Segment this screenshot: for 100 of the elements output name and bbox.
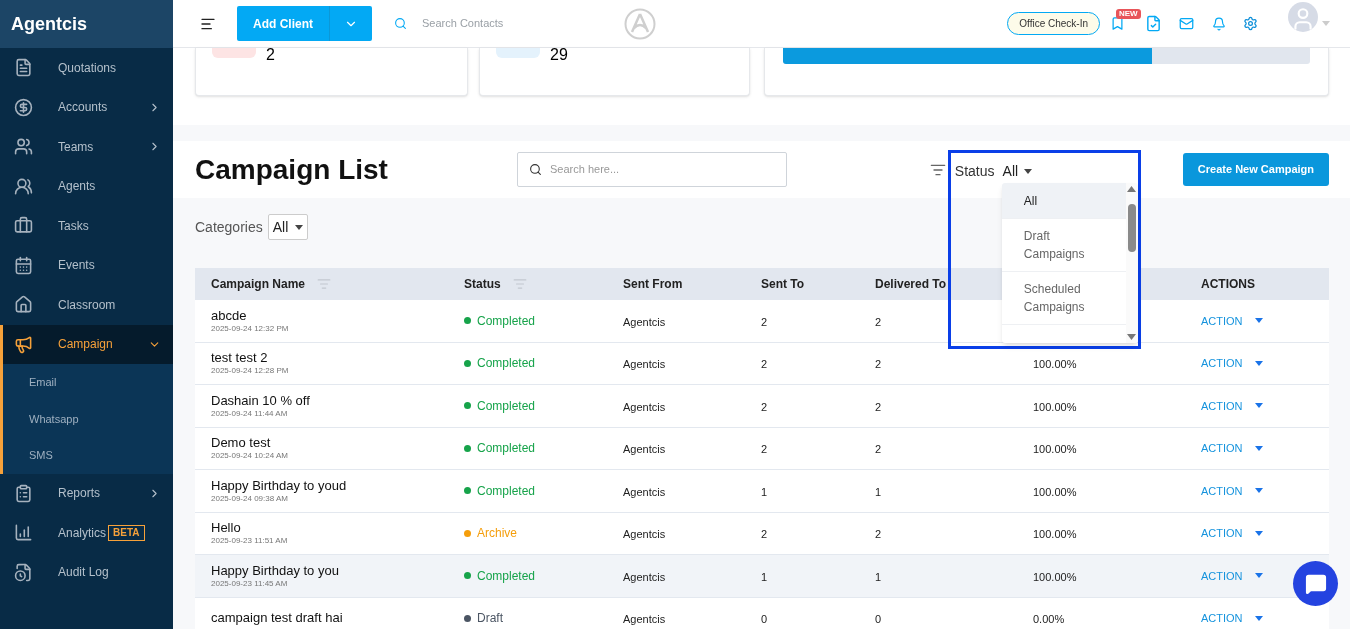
caret-icon <box>1254 318 1263 324</box>
sidebar-label: Quotations <box>58 59 117 77</box>
submenu-item[interactable]: Email <box>3 364 173 401</box>
sidebar-item[interactable]: Audit Log <box>0 552 173 592</box>
table-cell: 0 <box>761 613 768 626</box>
sidebar-item[interactable]: Campaign <box>3 324 173 364</box>
table-cell: Agentcis <box>623 528 666 541</box>
bell-icon[interactable] <box>1212 16 1226 31</box>
chart-icon <box>14 523 33 543</box>
table-cell: Agentcis <box>623 443 666 456</box>
sidebar-item[interactable]: Classroom <box>0 285 173 325</box>
status-filter-dropdown[interactable]: All <box>1002 161 1033 182</box>
scroll-up-icon[interactable] <box>1127 186 1137 192</box>
search-icon <box>529 163 542 176</box>
action-dropdown[interactable]: ACTION <box>1201 440 1263 457</box>
search-input[interactable]: Search here... <box>550 161 775 178</box>
campaign-name: Demo test <box>211 435 272 452</box>
caret-icon <box>1254 445 1263 451</box>
sidebar-item[interactable]: Reports <box>0 473 173 513</box>
sidebar-item[interactable]: Events <box>0 245 173 285</box>
caret-icon <box>1254 360 1263 366</box>
table-cell: Agentcis <box>623 613 666 626</box>
sidebar-item[interactable]: Analytics BETA <box>0 513 173 553</box>
people-icon <box>14 137 33 157</box>
briefcase-icon <box>14 216 33 236</box>
column-header: Sent To <box>761 276 805 293</box>
stat-value: 29 <box>550 48 568 62</box>
action-dropdown[interactable]: ACTION <box>1201 397 1263 414</box>
sidebar-item[interactable]: Agents <box>0 166 173 206</box>
office-check-in-button[interactable]: Office Check-In <box>1007 12 1100 35</box>
column-header: Delivered To <box>875 276 947 293</box>
status-text: Completed <box>477 482 536 500</box>
status-text: Archive <box>477 525 517 543</box>
table-cell: 100.00% <box>1033 570 1077 583</box>
company-logo <box>623 7 656 40</box>
checked-document-icon[interactable] <box>1145 15 1162 32</box>
search-field[interactable]: Search here... <box>517 152 787 187</box>
dropdown-option[interactable]: Draft Campaigns <box>1001 219 1126 272</box>
search-contacts-field[interactable]: Search Contacts <box>422 15 622 32</box>
settings-icon[interactable] <box>1243 16 1258 31</box>
sidebar-label: Events <box>58 257 95 275</box>
status-text: Completed <box>477 397 536 415</box>
mail-icon[interactable] <box>1179 16 1194 31</box>
action-dropdown[interactable]: ACTION <box>1201 355 1263 372</box>
campaign-name: campaign test draft hai <box>211 610 344 627</box>
megaphone-icon <box>14 334 33 354</box>
table-cell: Agentcis <box>623 570 666 583</box>
table-cell: 2 <box>761 528 768 541</box>
scroll-down-icon[interactable] <box>1127 334 1137 340</box>
group-icon <box>14 176 33 196</box>
campaign-date: 2025-09-23 11:51 AM <box>211 536 289 547</box>
search-icon <box>394 17 407 30</box>
submenu-item[interactable]: SMS <box>3 437 173 474</box>
table-cell: 100.00% <box>1033 485 1077 498</box>
action-dropdown[interactable]: ACTION <box>1201 312 1263 329</box>
action-dropdown[interactable]: ACTION <box>1201 482 1263 499</box>
categories-label: Categories <box>195 217 263 237</box>
caret-icon <box>1254 615 1263 621</box>
campaign-name: test test 2 <box>211 350 269 367</box>
chat-icon <box>1304 572 1327 595</box>
status-text: Completed <box>477 440 536 458</box>
campaign-date: 2025-09-24 12:28 PM <box>211 366 290 377</box>
caret-icon <box>1254 573 1263 579</box>
scrollbar-thumb[interactable] <box>1127 204 1136 252</box>
column-header[interactable]: Status <box>464 275 527 293</box>
table-cell: 0 <box>875 613 882 626</box>
status-text: Draft <box>477 610 503 628</box>
table-cell: 100.00% <box>1033 528 1077 541</box>
status-text: Completed <box>477 567 536 585</box>
table-cell: 2 <box>761 358 768 371</box>
bookmark-icon[interactable] <box>1110 16 1125 31</box>
sidebar-item[interactable]: Quotations <box>0 48 173 88</box>
stat-value: 2 <box>266 48 275 62</box>
table-cell: 2 <box>761 400 768 413</box>
campaign-date: 2025-09-24 10:24 AM <box>211 451 289 462</box>
submenu-item[interactable]: Whatsapp <box>3 400 173 437</box>
column-header: Sent From <box>623 276 683 293</box>
categories-dropdown[interactable]: All <box>267 214 309 240</box>
sidebar-item[interactable]: Accounts <box>0 87 173 127</box>
dropdown-option[interactable]: All <box>1001 183 1126 219</box>
table-cell: 2 <box>875 443 882 456</box>
table-cell: 100.00% <box>1033 443 1077 456</box>
column-header: ACTIONS <box>1201 276 1255 293</box>
table-cell: 2 <box>875 315 882 328</box>
sidebar-label: Teams <box>58 138 94 156</box>
campaign-date: 2025-09-24 12:32 PM <box>211 323 290 334</box>
column-header[interactable]: Campaign Name <box>211 275 332 293</box>
sidebar-item[interactable]: Teams <box>0 127 173 167</box>
sidebar-label: Accounts <box>58 99 108 117</box>
sidebar-item[interactable]: Tasks <box>0 206 173 246</box>
sidebar-label: Analytics <box>58 524 107 542</box>
page-title: Campaign List <box>195 152 389 187</box>
table-cell: 100.00% <box>1033 358 1077 371</box>
action-dropdown[interactable]: ACTION <box>1201 610 1263 627</box>
brand-logo: Agentcis <box>11 12 88 36</box>
scrollbar[interactable] <box>1125 183 1138 343</box>
action-dropdown[interactable]: ACTION <box>1201 525 1263 542</box>
dollar-icon <box>14 97 33 117</box>
table-cell: 2 <box>875 400 882 413</box>
caret-icon <box>1024 169 1033 174</box>
